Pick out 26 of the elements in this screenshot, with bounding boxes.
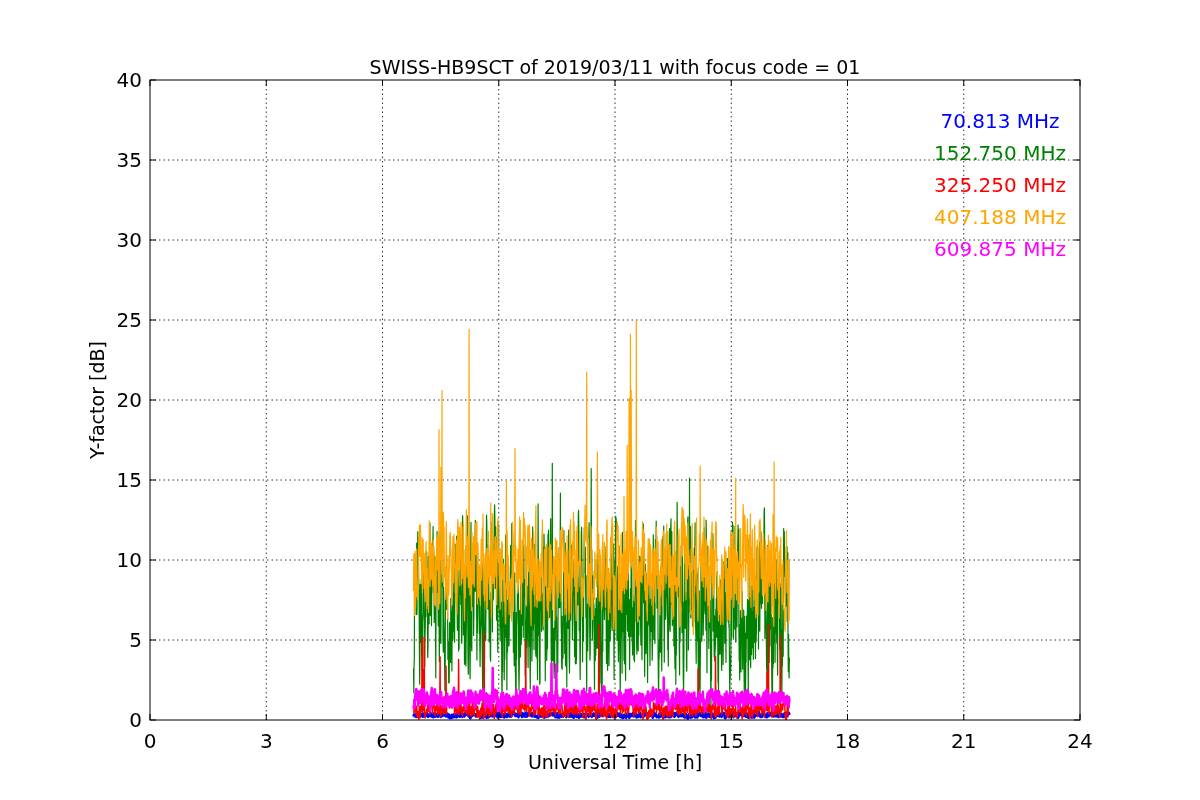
y-tick-label: 15 <box>116 468 142 492</box>
y-axis-label: Y-factor [dB] <box>86 341 108 459</box>
y-tick-label: 5 <box>129 628 142 652</box>
x-tick-label: 21 <box>951 729 977 753</box>
y-tick-label: 25 <box>116 308 142 332</box>
y-tick-label: 20 <box>116 388 142 412</box>
chart-title: SWISS-HB9SCT of 2019/03/11 with focus code = 01 <box>369 56 861 78</box>
x-tick-label: 24 <box>1067 729 1093 753</box>
y-tick-label: 30 <box>116 228 142 252</box>
x-axis-label: Universal Time [h] <box>527 751 703 773</box>
y-tick-label: 10 <box>116 548 142 572</box>
x-tick-label: 12 <box>602 729 628 753</box>
y-tick-label: 35 <box>116 148 142 172</box>
x-tick-label: 0 <box>143 729 157 753</box>
legend-label: 70.813 MHz <box>940 109 1060 133</box>
legend-label: 325.250 MHz <box>934 173 1066 197</box>
legend-label: 609.875 MHz <box>934 237 1066 261</box>
legend-label: 152.750 MHz <box>934 141 1066 165</box>
x-tick-label: 18 <box>834 729 861 753</box>
x-tick-label: 6 <box>376 729 389 753</box>
legend-label: 407.188 MHz <box>934 205 1066 229</box>
y-tick-label: 40 <box>116 68 142 92</box>
y-tick-label: 0 <box>129 708 142 732</box>
x-tick-label: 15 <box>718 729 744 753</box>
x-tick-label: 3 <box>259 729 273 753</box>
x-tick-label: 9 <box>492 729 506 753</box>
